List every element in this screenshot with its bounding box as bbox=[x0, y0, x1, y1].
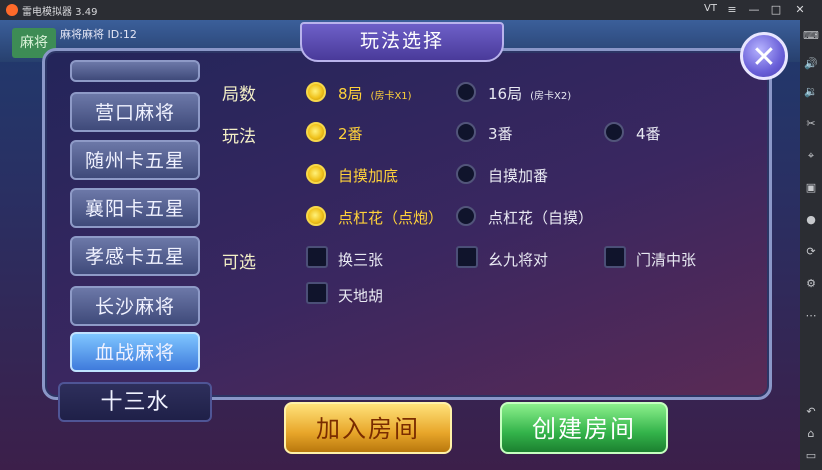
fan-2-label: 2番 bbox=[338, 125, 363, 143]
top-info: 麻将麻将 ID:12 bbox=[60, 28, 137, 41]
dialog-title: 玩法选择 bbox=[300, 22, 504, 62]
fan-3-label: 3番 bbox=[488, 125, 513, 143]
game-item-suizhou[interactable]: 随州卡五星 bbox=[70, 140, 200, 180]
emulator-titlebar: 雷电模拟器 3.49 VT ≡ — □ ✕ bbox=[0, 0, 822, 20]
gang-zimo-label: 点杠花（自摸） bbox=[488, 209, 594, 227]
fan-4-label: 4番 bbox=[636, 125, 661, 143]
tiandihu-label: 天地胡 bbox=[338, 287, 384, 305]
yaojiu-label: 幺九将对 bbox=[488, 251, 549, 269]
join-room-button[interactable]: 加入房间 bbox=[284, 402, 452, 454]
huansanzhang-checkbox[interactable] bbox=[306, 246, 328, 268]
sync-icon[interactable]: ⟳ bbox=[803, 244, 819, 260]
optional-label: 可选 bbox=[222, 253, 256, 273]
more-icon[interactable]: ⋯ bbox=[803, 308, 819, 324]
gang-dianpao-label: 点杠花（点炮） bbox=[338, 209, 444, 227]
rounds-8-radio[interactable] bbox=[306, 82, 326, 102]
recent-icon[interactable]: ▭ bbox=[803, 448, 819, 464]
menqing-checkbox[interactable] bbox=[604, 246, 626, 268]
emulator-toolbar: ⌨ 🔊 🔉 ✂ ⌖ ▣ ● ⟳ ⚙ ⋯ ↶ ⌂ ▭ bbox=[800, 20, 822, 470]
emulator-logo-icon bbox=[6, 4, 18, 16]
menqing-label: 门清中张 bbox=[636, 251, 697, 269]
huansanzhang-label: 换三张 bbox=[338, 251, 384, 269]
home-icon[interactable]: ⌂ bbox=[803, 426, 819, 442]
game-item-shisanshui[interactable]: 十三水 bbox=[58, 382, 212, 422]
close-dialog-button[interactable]: ✕ bbox=[740, 32, 788, 80]
zimo-jiafan-label: 自摸加番 bbox=[488, 167, 549, 185]
back-icon[interactable]: ↶ bbox=[803, 404, 819, 420]
maximize-icon[interactable]: □ bbox=[768, 2, 784, 18]
create-room-button[interactable]: 创建房间 bbox=[500, 402, 668, 454]
scissors-icon[interactable]: ✂ bbox=[803, 116, 819, 132]
settings-icon[interactable]: ⚙ bbox=[803, 276, 819, 292]
rounds-8-label: 8局 (房卡X1) bbox=[338, 85, 412, 103]
yaojiu-checkbox[interactable] bbox=[456, 246, 478, 268]
record-icon[interactable]: ● bbox=[803, 212, 819, 228]
rounds-label: 局数 bbox=[222, 85, 256, 105]
game-list[interactable]: 营口麻将 随州卡五星 襄阳卡五星 孝感卡五星 长沙麻将 血战麻将 十三水 bbox=[58, 60, 214, 424]
menu-icon[interactable]: ≡ bbox=[724, 2, 740, 18]
emulator-title: 雷电模拟器 3.49 bbox=[22, 7, 98, 18]
vt-label: VT bbox=[704, 3, 717, 14]
screenshot-icon[interactable]: ▣ bbox=[803, 180, 819, 196]
game-item-xiaogan[interactable]: 孝感卡五星 bbox=[70, 236, 200, 276]
fan-3-radio[interactable] bbox=[456, 122, 476, 142]
zimo-jiadi-label: 自摸加底 bbox=[338, 167, 399, 185]
minimize-icon[interactable]: — bbox=[746, 2, 762, 18]
volume-down-icon[interactable]: 🔉 bbox=[803, 84, 819, 100]
game-item-changsha[interactable]: 长沙麻将 bbox=[70, 286, 200, 326]
game-item-xiangyang[interactable]: 襄阳卡五星 bbox=[70, 188, 200, 228]
gang-zimo-radio[interactable] bbox=[456, 206, 476, 226]
close-window-icon[interactable]: ✕ bbox=[792, 2, 808, 18]
volume-up-icon[interactable]: 🔊 bbox=[803, 56, 819, 72]
rounds-16-label: 16局 (房卡X2) bbox=[488, 85, 572, 103]
fan-4-radio[interactable] bbox=[604, 122, 624, 142]
play-label: 玩法 bbox=[222, 127, 256, 147]
fan-2-radio[interactable] bbox=[306, 122, 326, 142]
keyboard-icon[interactable]: ⌨ bbox=[803, 28, 819, 44]
gang-dianpao-radio[interactable] bbox=[306, 206, 326, 226]
game-item-xuezhan[interactable]: 血战麻将 bbox=[70, 332, 200, 372]
rounds-16-radio[interactable] bbox=[456, 82, 476, 102]
game-item[interactable] bbox=[70, 60, 200, 82]
zimo-jiafan-radio[interactable] bbox=[456, 164, 476, 184]
location-icon[interactable]: ⌖ bbox=[803, 148, 819, 164]
game-item-yingkou[interactable]: 营口麻将 bbox=[70, 92, 200, 132]
zimo-jiadi-radio[interactable] bbox=[306, 164, 326, 184]
tiandihu-checkbox[interactable] bbox=[306, 282, 328, 304]
